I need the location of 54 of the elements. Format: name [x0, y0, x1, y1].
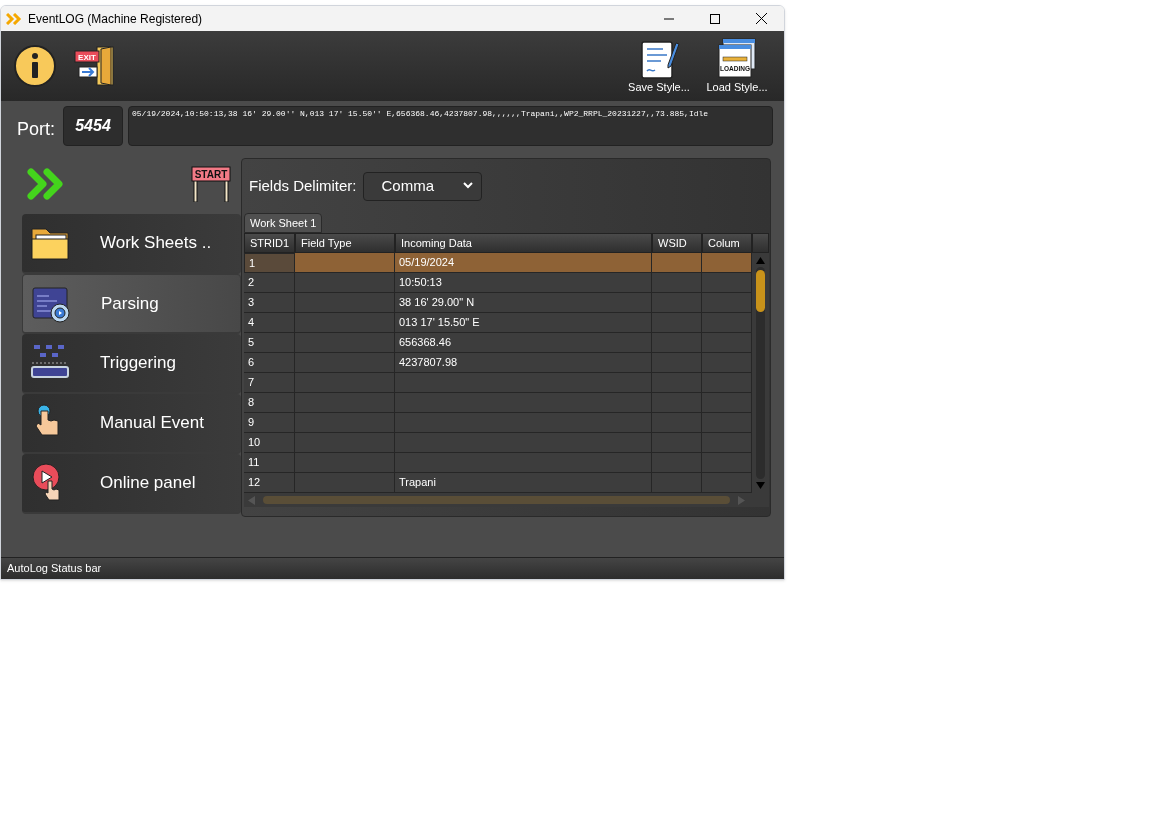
- delimiter-label: Fields Delimiter:: [249, 175, 357, 196]
- table-cell: 10: [244, 433, 295, 453]
- chevron-down-icon: [462, 182, 473, 190]
- window-title: EventLOG (Machine Registered): [28, 10, 203, 28]
- sidebar-item[interactable]: Parsing: [22, 274, 241, 334]
- table-cell: 6: [244, 353, 295, 373]
- document-pen-icon: [638, 38, 680, 79]
- column-header[interactable]: WSID: [652, 233, 702, 253]
- delimiter-dropdown[interactable]: Comma: [362, 171, 482, 201]
- table-cell: 1: [244, 253, 295, 273]
- incoming-data-field: 05/19/2024,10:50:13,38 16' 29.00'' N,013 17' 15.50'' E,656368.46,4237807.98,,,,,,Trapani,,WP2_RRPL_20231227,,73.885,Idle: [128, 106, 773, 146]
- scroll-left-icon: [248, 495, 255, 505]
- table-cell: 656368.46: [395, 333, 652, 353]
- info-icon[interactable]: [13, 44, 57, 88]
- table-cell: 9: [244, 413, 295, 433]
- table-cell: 4: [244, 313, 295, 333]
- table-cell: 2: [244, 273, 295, 293]
- sidebar-item[interactable]: Manual Event: [22, 394, 241, 454]
- close-icon: [755, 13, 767, 24]
- table-cell: 3: [244, 293, 295, 313]
- table-cell: 11: [244, 453, 295, 473]
- maximize-icon: [710, 13, 720, 24]
- table-cell: 4237807.98: [395, 353, 652, 373]
- column-header[interactable]: Colum: [702, 233, 752, 253]
- sidebar-item[interactable]: Work Sheets ..: [22, 214, 241, 274]
- scroll-thumb[interactable]: [756, 270, 765, 312]
- table-cell: 5: [244, 333, 295, 353]
- scroll-up-icon: [756, 257, 765, 264]
- status-text: AutoLog Status bar: [7, 561, 102, 577]
- table-cell: 12: [244, 473, 295, 493]
- port-label: Port:: [17, 118, 55, 141]
- scroll-thumb[interactable]: [263, 496, 730, 504]
- sidebar-item[interactable]: Online panel: [22, 454, 241, 514]
- table-cell: 38 16' 29.00" N: [395, 293, 652, 313]
- scroll-down-icon: [756, 482, 765, 489]
- table-cell: 05/19/2024: [395, 253, 652, 273]
- table-cell: 8: [244, 393, 295, 413]
- table-cell: Trapani: [395, 473, 652, 493]
- save-style-button[interactable]: Save Style...: [624, 38, 694, 96]
- table-cell: 7: [244, 373, 295, 393]
- sidebar-item[interactable]: Triggering: [22, 334, 241, 394]
- table-cell: [652, 253, 702, 273]
- column-header[interactable]: Incoming Data: [395, 233, 652, 253]
- app-icon: [6, 12, 24, 25]
- table-cell: [702, 273, 752, 293]
- column-header[interactable]: STRID1: [244, 233, 295, 253]
- table-cell: 013 17' 15.50" E: [395, 313, 652, 333]
- scroll-right-icon: [738, 495, 745, 505]
- column-header[interactable]: Field Type: [295, 233, 395, 253]
- table-cell: 10:50:13: [395, 273, 652, 293]
- port-field[interactable]: 5454: [63, 106, 123, 146]
- worksheet-tab[interactable]: Work Sheet 1: [244, 213, 323, 233]
- table-cell: [702, 253, 752, 273]
- table-cell: [652, 273, 702, 293]
